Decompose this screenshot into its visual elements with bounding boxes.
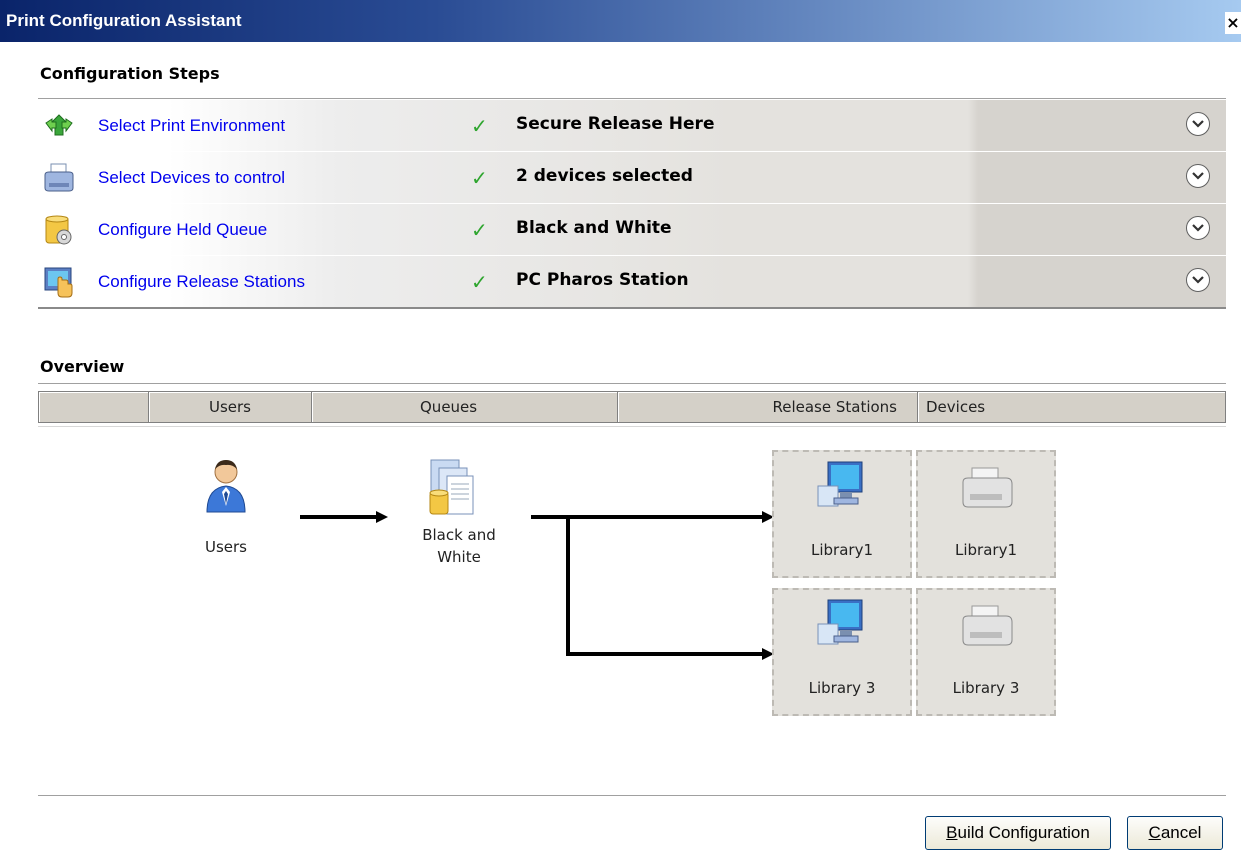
device-label: Library 3: [952, 679, 1020, 697]
cancel-accelerator: C: [1148, 823, 1161, 842]
monitor-icon: [816, 460, 866, 514]
printer-device-icon: [960, 466, 1016, 514]
cancel-button[interactable]: Cancel: [1127, 816, 1223, 850]
station-label: Library1: [811, 541, 873, 559]
build-label: uild Configuration: [957, 823, 1090, 842]
release-station-tile[interactable]: Library1: [772, 450, 912, 578]
device-tile[interactable]: Library1: [916, 450, 1056, 578]
flow-connectors: [300, 511, 774, 660]
station-label: Library 3: [808, 679, 876, 697]
monitor-icon: [816, 598, 866, 652]
release-station-tile[interactable]: Library 3: [772, 588, 912, 716]
footer-divider: [38, 795, 1226, 796]
device-label: Library1: [955, 541, 1017, 559]
build-configuration-button[interactable]: Build Configuration: [925, 816, 1111, 850]
device-tile[interactable]: Library 3: [916, 588, 1056, 716]
build-accelerator: B: [946, 823, 958, 842]
cancel-label: ancel: [1160, 823, 1202, 842]
printer-device-icon: [960, 604, 1016, 652]
